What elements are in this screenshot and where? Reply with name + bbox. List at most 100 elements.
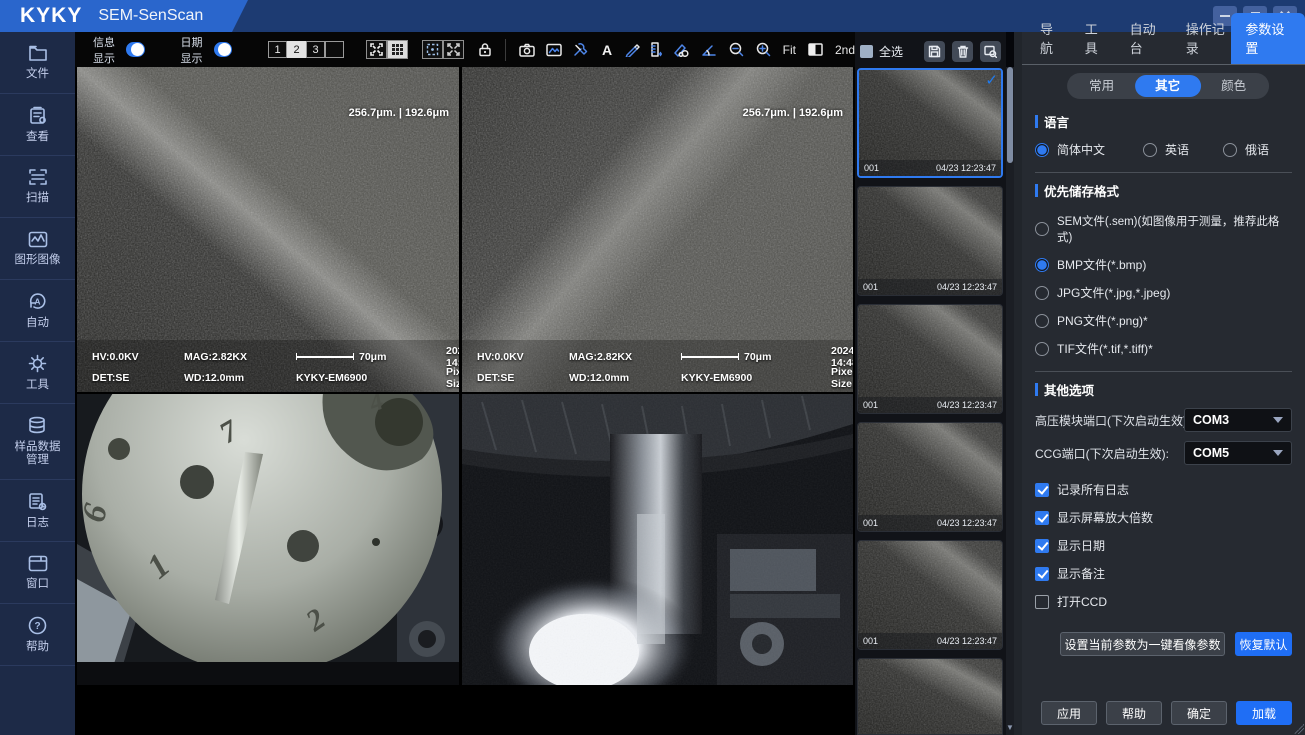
svg-text:?: ? <box>34 621 40 632</box>
save-icon <box>928 45 941 57</box>
thumbnail-scrollbar[interactable]: ▼ <box>1006 67 1014 735</box>
apply-button[interactable]: 应用 <box>1041 701 1097 725</box>
text-annotation-button[interactable]: A <box>600 41 614 59</box>
fit-button[interactable]: Fit <box>783 43 796 57</box>
lock-button[interactable] <box>478 41 492 59</box>
language-options: 简体中文 英语 俄语 <box>1035 141 1292 158</box>
thumbnail-item[interactable]: 001 04/23 12:23:47 <box>857 186 1003 296</box>
sidebar-item-scan[interactable]: 扫描 <box>0 156 75 218</box>
view-button-4[interactable] <box>325 41 345 58</box>
sem-image-2[interactable]: 256.7μm. | 192.6μm HV:0.0KV MAG:2.82KX 7… <box>462 67 853 392</box>
titlebar: KYKY SEM-SenScan <box>0 0 1305 32</box>
arrows-out-button[interactable] <box>443 40 465 59</box>
thumbnail-time: 04/23 12:23:47 <box>936 636 997 646</box>
tab-autostage[interactable]: 自动台 <box>1130 19 1164 64</box>
sidebar-item-window[interactable]: 窗口 <box>0 542 75 604</box>
select-all-checkbox[interactable] <box>860 44 873 58</box>
thumbnail-item[interactable]: 001 04/23 12:23:47 <box>857 304 1003 414</box>
checkbox-icon <box>1035 538 1049 553</box>
det-value: DET:SE <box>92 371 130 384</box>
checkbox-log-all[interactable]: 记录所有日志 <box>1035 481 1292 498</box>
second-view-button[interactable]: 2nd <box>835 43 855 57</box>
radio-tif-format[interactable]: TIF文件(*.tif,*.tiff)* <box>1035 340 1292 357</box>
image-export-button[interactable] <box>545 41 562 59</box>
measure-area-button[interactable] <box>673 41 690 59</box>
checkbox-show-date[interactable]: 显示日期 <box>1035 537 1292 554</box>
thumbnail-caption: 001 04/23 12:23:47 <box>858 397 1002 413</box>
sidebar-item-log[interactable]: 日志 <box>0 480 75 542</box>
dashed-select-button[interactable] <box>422 40 444 59</box>
ok-button[interactable]: 确定 <box>1171 701 1227 725</box>
set-oneclick-params-button[interactable]: 设置当前参数为一键看像参数 <box>1060 632 1226 656</box>
sidebar-item-view[interactable]: 查看 <box>0 94 75 156</box>
checkbox-show-remarks[interactable]: 显示备注 <box>1035 565 1292 582</box>
expand-view-button[interactable] <box>366 40 388 59</box>
tab-parameter-settings[interactable]: 参数设置 <box>1231 13 1305 64</box>
save-images-button[interactable] <box>924 40 945 62</box>
preview-images-button[interactable] <box>980 40 1001 62</box>
hv-port-select[interactable]: COM3 <box>1184 408 1292 432</box>
subtab-common[interactable]: 常用 <box>1069 75 1135 97</box>
radio-russian[interactable]: 俄语 <box>1223 141 1269 158</box>
chamber-camera-view[interactable] <box>462 394 853 685</box>
toggle-knob <box>218 43 232 56</box>
adjust-tools-button[interactable] <box>573 41 589 59</box>
thumbnail-item[interactable]: 001 04/23 12:23:47 <box>857 540 1003 650</box>
settings-action-buttons: 设置当前参数为一键看像参数 恢复默认 <box>1060 632 1292 656</box>
date-display-label: 日期显示 <box>180 36 203 65</box>
ccg-port-select[interactable]: COM5 <box>1184 441 1292 465</box>
subtab-other[interactable]: 其它 <box>1134 75 1201 97</box>
grid-view-button[interactable] <box>387 40 409 59</box>
radio-sem-format[interactable]: SEM文件(.sem)(如图像用于测量，推荐此格式) <box>1035 213 1292 245</box>
sidebar-item-help[interactable]: ? 帮助 <box>0 604 75 666</box>
stage-camera-view[interactable]: 6 7 1 2 4 <box>77 394 459 685</box>
tab-tools[interactable]: 工具 <box>1085 19 1108 64</box>
zoom-in-button[interactable] <box>756 41 771 59</box>
sidebar-item-graphics[interactable]: 图形图像 <box>0 218 75 280</box>
measure-length-button[interactable] <box>650 41 662 59</box>
sidebar: 文件 查看 扫描 图形图像 A 自动 工具 样品数据 管理 日志 窗口 ? 帮助 <box>0 32 75 735</box>
sidebar-item-sample-data[interactable]: 样品数据 管理 <box>0 404 75 480</box>
measure-angle-button[interactable] <box>701 41 717 59</box>
view-button-1[interactable]: 1 <box>268 41 288 58</box>
scrollbar-thumb[interactable] <box>1007 67 1013 163</box>
delete-images-button[interactable] <box>952 40 973 62</box>
view-button-3[interactable]: 3 <box>306 41 326 58</box>
view-button-2[interactable]: 2 <box>287 41 307 58</box>
load-button[interactable]: 加载 <box>1236 701 1292 725</box>
thumbnail-item[interactable] <box>857 658 1003 735</box>
radio-png-format[interactable]: PNG文件(*.png)* <box>1035 312 1292 329</box>
radio-bmp-format[interactable]: BMP文件(*.bmp) <box>1035 256 1292 273</box>
radio-english[interactable]: 英语 <box>1143 141 1223 158</box>
scroll-down-arrow[interactable]: ▼ <box>1006 723 1014 733</box>
storage-section-header: 优先储存格式 <box>1035 181 1292 200</box>
panel-scrollbar[interactable] <box>1014 32 1022 735</box>
split-view-button[interactable] <box>808 41 823 59</box>
thumbnail-item[interactable]: 001 04/23 12:23:47 <box>857 422 1003 532</box>
zoom-out-button[interactable] <box>729 41 744 59</box>
dashed-select-icon <box>426 43 439 56</box>
image-frame-icon <box>545 43 562 56</box>
restore-default-button[interactable]: 恢复默认 <box>1235 632 1292 656</box>
capture-button[interactable] <box>518 41 535 59</box>
checkbox-icon <box>1035 482 1049 497</box>
pen-annotation-button[interactable] <box>625 41 640 59</box>
help-button[interactable]: 帮助 <box>1106 701 1162 725</box>
sidebar-item-tools[interactable]: 工具 <box>0 342 75 404</box>
radio-simplified-chinese[interactable]: 简体中文 <box>1035 141 1143 158</box>
thumbnail-item[interactable]: ✓ 001 04/23 12:23:47 <box>857 68 1003 178</box>
sidebar-item-auto[interactable]: A 自动 <box>0 280 75 342</box>
checkbox-show-screen-mag[interactable]: 显示屏幕放大倍数 <box>1035 509 1292 526</box>
settings-content: 语言 简体中文 英语 俄语 优先储存格式 SEM文件(.sem)(如图像用于测量… <box>1022 104 1305 735</box>
subtab-color[interactable]: 颜色 <box>1201 75 1267 97</box>
resize-grip[interactable] <box>1294 724 1304 734</box>
tab-operation-log[interactable]: 操作记录 <box>1186 19 1232 64</box>
sem-image-1[interactable]: 256.7μm. | 192.6μm HV:0.0KV MAG:2.82KX 7… <box>77 67 459 392</box>
tab-navigation[interactable]: 导航 <box>1040 19 1063 64</box>
info-display-toggle[interactable] <box>126 42 145 57</box>
sidebar-item-file[interactable]: 文件 <box>0 32 75 94</box>
checkbox-open-ccd[interactable]: 打开CCD <box>1035 593 1292 610</box>
date-display-toggle[interactable] <box>213 42 233 57</box>
thumbnail-image <box>858 659 1002 734</box>
radio-jpg-format[interactable]: JPG文件(*.jpg,*.jpeg) <box>1035 284 1292 301</box>
